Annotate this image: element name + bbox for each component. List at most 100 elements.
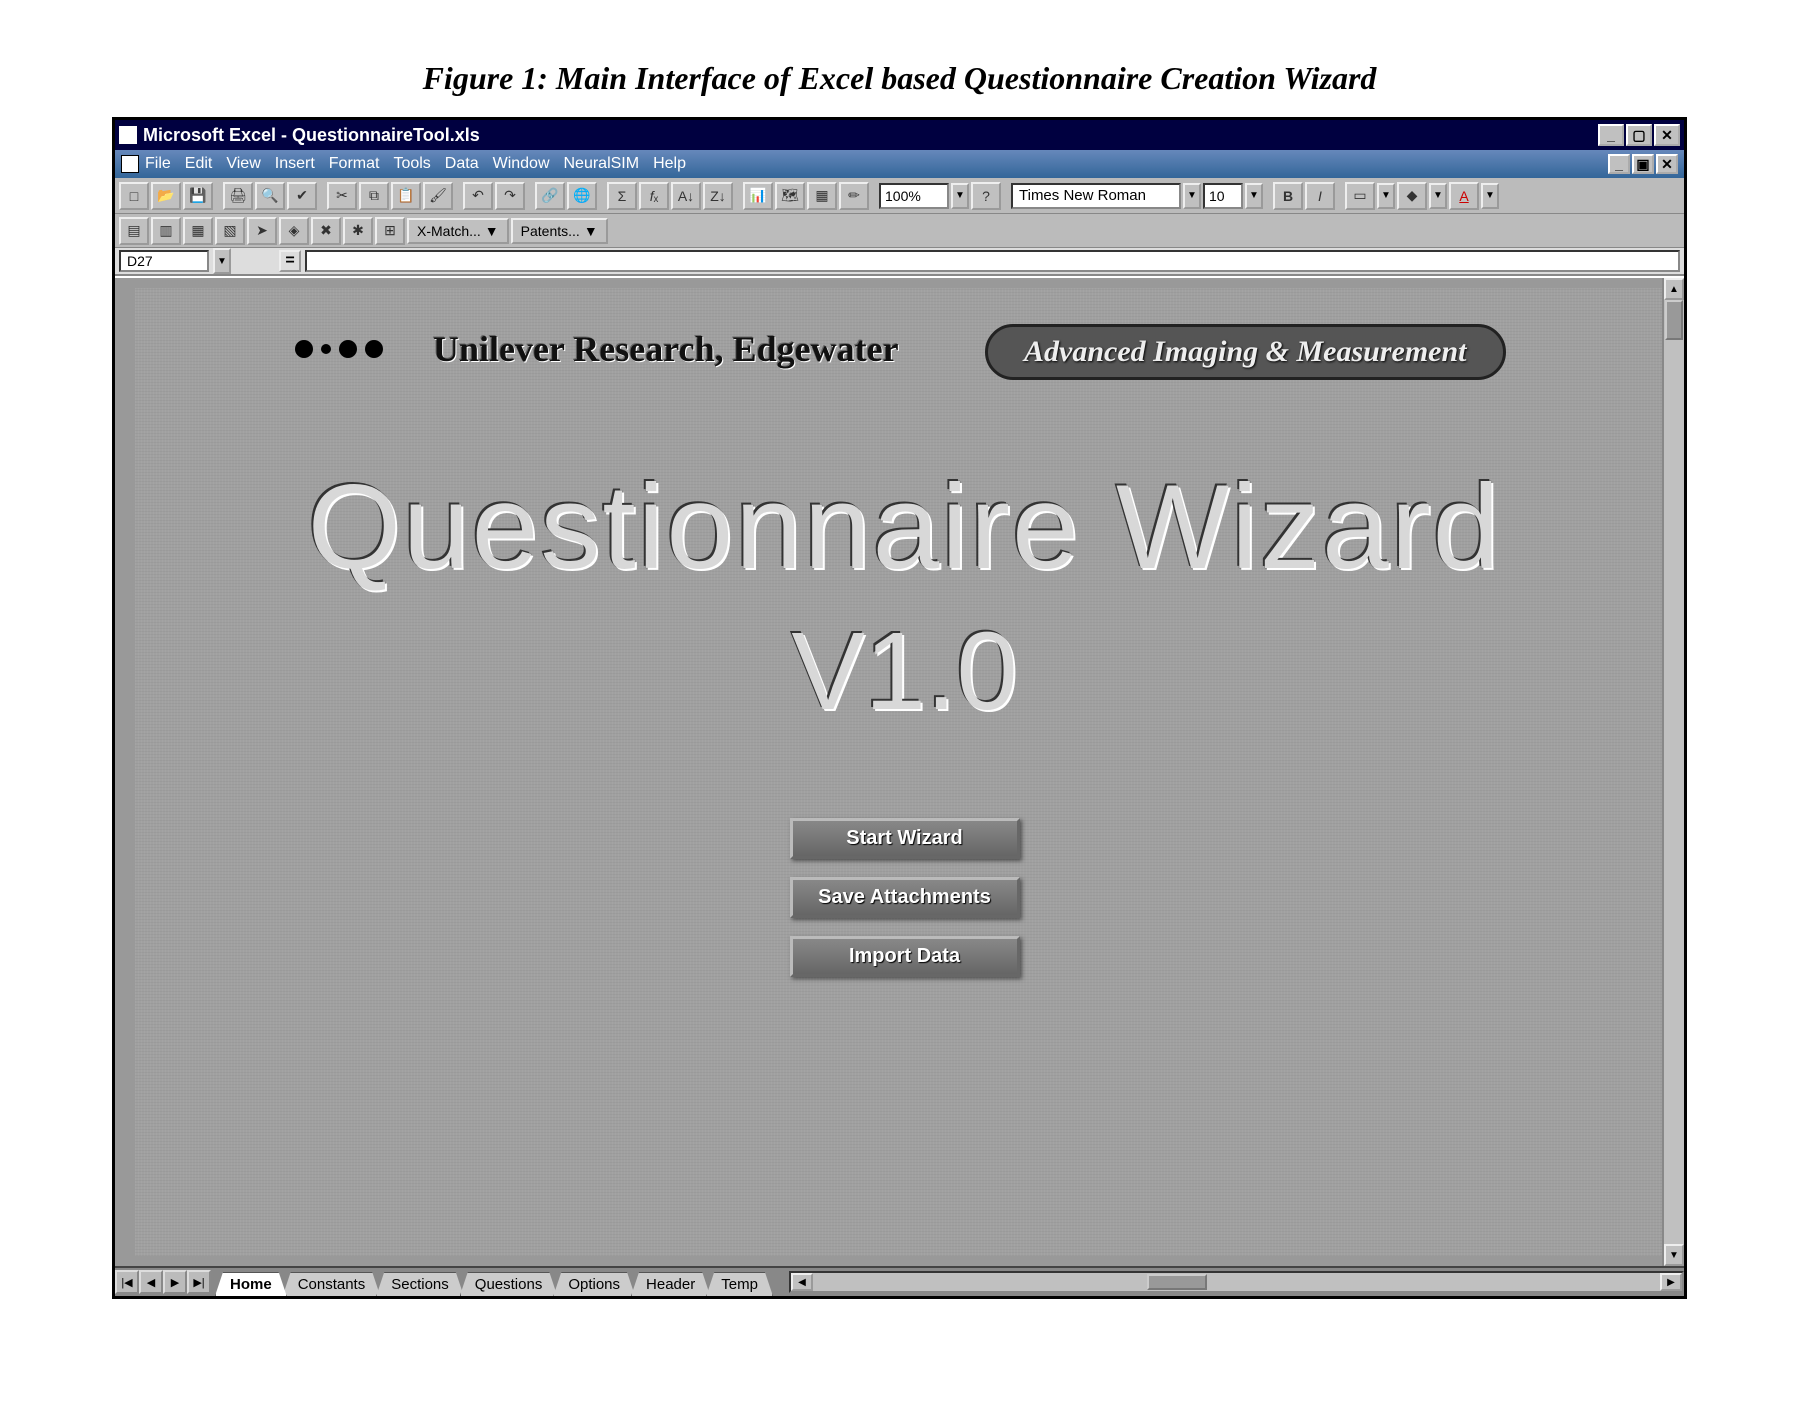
chart-wizard-icon[interactable]: 📊 — [743, 182, 773, 210]
sort-desc-icon[interactable]: Z↓ — [703, 182, 733, 210]
bold-icon[interactable]: B — [1273, 182, 1303, 210]
formula-bar: D27 ▼ = — [115, 248, 1684, 276]
workbook-window-controls: _ ▣ ✕ — [1608, 154, 1678, 174]
new-icon[interactable]: □ — [119, 182, 149, 210]
web-toolbar-icon[interactable]: 🌐 — [567, 182, 597, 210]
custom-tool-3-icon[interactable]: ▦ — [183, 217, 213, 245]
custom-tool-8-icon[interactable]: ✱ — [343, 217, 373, 245]
menu-help[interactable]: Help — [653, 155, 686, 173]
font-size-input[interactable]: 10 — [1203, 183, 1243, 209]
zoom-dropdown-icon[interactable]: ▼ — [951, 183, 969, 209]
custom-tool-6-icon[interactable]: ◈ — [279, 217, 309, 245]
custom-tool-2-icon[interactable]: ▥ — [151, 217, 181, 245]
borders-icon[interactable]: ▭ — [1345, 182, 1375, 210]
tab-first-icon[interactable]: |◀ — [115, 1270, 139, 1294]
custom-tool-9-icon[interactable]: ⊞ — [375, 217, 405, 245]
size-dropdown-icon[interactable]: ▼ — [1245, 183, 1263, 209]
organization-name: Unilever Research, Edgewater — [433, 328, 899, 370]
print-preview-icon[interactable]: 🔍 — [255, 182, 285, 210]
scroll-left-icon[interactable]: ◀ — [791, 1273, 813, 1291]
custom-tool-5-icon[interactable]: ➤ — [247, 217, 277, 245]
redo-icon[interactable]: ↷ — [495, 182, 525, 210]
xmatch-button[interactable]: X-Match...▼ — [407, 218, 509, 244]
sheet-tab-constants[interactable]: Constants — [283, 1272, 381, 1296]
start-wizard-button[interactable]: Start Wizard — [790, 818, 1020, 859]
worksheet-area: Unilever Research, Edgewater Advanced Im… — [115, 276, 1684, 1266]
document-icon — [121, 155, 139, 173]
maximize-button[interactable]: ▢ — [1626, 124, 1652, 146]
menu-tools[interactable]: Tools — [393, 155, 430, 173]
menu-data[interactable]: Data — [445, 155, 479, 173]
workbook-restore-button[interactable]: ▣ — [1632, 154, 1654, 174]
import-data-button[interactable]: Import Data — [790, 936, 1020, 977]
autosum-icon[interactable]: Σ — [607, 182, 637, 210]
patents-button[interactable]: Patents...▼ — [511, 218, 608, 244]
scroll-down-icon[interactable]: ▼ — [1664, 1244, 1684, 1266]
spellcheck-icon[interactable]: ✔ — [287, 182, 317, 210]
function-icon[interactable]: fₓ — [639, 182, 669, 210]
save-attachments-button[interactable]: Save Attachments — [790, 877, 1020, 918]
paste-icon[interactable]: 📋 — [391, 182, 421, 210]
scroll-right-icon[interactable]: ▶ — [1660, 1273, 1682, 1291]
cut-icon[interactable]: ✂ — [327, 182, 357, 210]
sheet-tab-header[interactable]: Header — [631, 1272, 710, 1296]
help-icon[interactable]: ? — [971, 182, 1001, 210]
map-icon[interactable]: 🗺 — [775, 182, 805, 210]
custom-tool-4-icon[interactable]: ▧ — [215, 217, 245, 245]
menu-edit[interactable]: Edit — [185, 155, 213, 173]
fontcolor-dropdown-icon[interactable]: ▼ — [1481, 183, 1499, 209]
undo-icon[interactable]: ↶ — [463, 182, 493, 210]
sheet-tab-home[interactable]: Home — [215, 1272, 287, 1296]
borders-dropdown-icon[interactable]: ▼ — [1377, 183, 1395, 209]
excel-icon: X — [119, 126, 137, 144]
sheet-tab-sections[interactable]: Sections — [376, 1272, 464, 1296]
workbook-close-button[interactable]: ✕ — [1656, 154, 1678, 174]
custom-tool-1-icon[interactable]: ▤ — [119, 217, 149, 245]
minimize-button[interactable]: _ — [1598, 124, 1624, 146]
open-icon[interactable]: 📂 — [151, 182, 181, 210]
menu-window[interactable]: Window — [493, 155, 550, 173]
sheet-tab-questions[interactable]: Questions — [460, 1272, 558, 1296]
save-icon[interactable]: 💾 — [183, 182, 213, 210]
menu-file[interactable]: File — [145, 155, 171, 173]
name-box[interactable]: D27 — [119, 250, 209, 272]
background-texture — [135, 288, 1674, 1256]
vertical-scrollbar[interactable]: ▲ ▼ — [1662, 278, 1684, 1266]
hscroll-thumb[interactable] — [1147, 1274, 1207, 1290]
font-name-input[interactable]: Times New Roman — [1011, 183, 1181, 209]
fill-color-icon[interactable]: ◆ — [1397, 182, 1427, 210]
hyperlink-icon[interactable]: 🔗 — [535, 182, 565, 210]
tab-last-icon[interactable]: ▶| — [187, 1270, 211, 1294]
sheet-tabs-bar: |◀ ◀ ▶ ▶| Home Constants Sections Questi… — [115, 1266, 1684, 1296]
print-icon[interactable]: 🖨 — [223, 182, 253, 210]
horizontal-scrollbar[interactable]: ◀ ▶ — [789, 1271, 1684, 1293]
zoom-input[interactable]: 100% — [879, 183, 949, 209]
action-buttons: Start Wizard Save Attachments Import Dat… — [135, 818, 1674, 977]
menu-format[interactable]: Format — [329, 155, 380, 173]
font-dropdown-icon[interactable]: ▼ — [1183, 183, 1201, 209]
tab-next-icon[interactable]: ▶ — [163, 1270, 187, 1294]
formula-equals-button[interactable]: = — [279, 250, 301, 272]
sheet-tab-options[interactable]: Options — [553, 1272, 635, 1296]
format-painter-icon[interactable]: 🖌 — [423, 182, 453, 210]
scroll-up-icon[interactable]: ▲ — [1664, 278, 1684, 300]
copy-icon[interactable]: ⧉ — [359, 182, 389, 210]
menu-insert[interactable]: Insert — [275, 155, 315, 173]
formula-input[interactable] — [305, 250, 1680, 272]
tab-prev-icon[interactable]: ◀ — [139, 1270, 163, 1294]
italic-icon[interactable]: I — [1305, 182, 1335, 210]
fill-dropdown-icon[interactable]: ▼ — [1429, 183, 1447, 209]
vscroll-thumb[interactable] — [1665, 300, 1683, 340]
menu-view[interactable]: View — [226, 155, 260, 173]
sort-asc-icon[interactable]: A↓ — [671, 182, 701, 210]
font-color-icon[interactable]: A — [1449, 182, 1479, 210]
sheet-tab-temp[interactable]: Temp — [706, 1272, 773, 1296]
custom-tool-7-icon[interactable]: ✖ — [311, 217, 341, 245]
menu-neuralsim[interactable]: NeuralSIM — [564, 155, 640, 173]
pivottable-icon[interactable]: ▦ — [807, 182, 837, 210]
custom-toolbar: ▤ ▥ ▦ ▧ ➤ ◈ ✖ ✱ ⊞ X-Match...▼ Patents...… — [115, 214, 1684, 248]
close-button[interactable]: ✕ — [1654, 124, 1680, 146]
namebox-dropdown-icon[interactable]: ▼ — [213, 248, 231, 274]
workbook-minimize-button[interactable]: _ — [1608, 154, 1630, 174]
drawing-icon[interactable]: ✏ — [839, 182, 869, 210]
